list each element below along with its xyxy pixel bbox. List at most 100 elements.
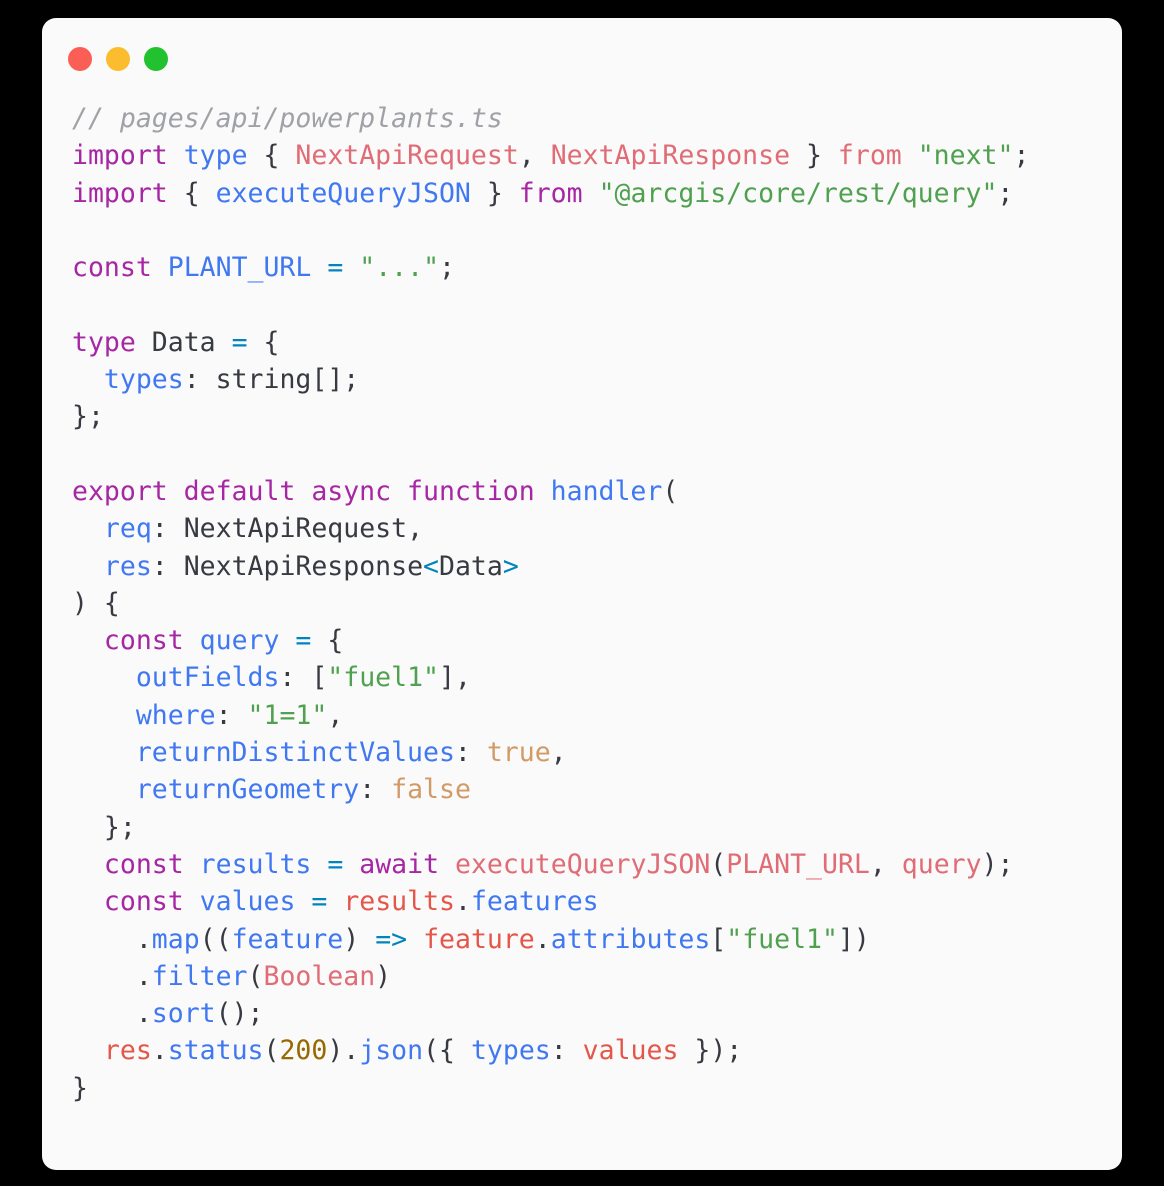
code-token: (); [215, 998, 264, 1030]
code-line: export default async function handler( [72, 473, 1122, 510]
code-token: : [215, 699, 248, 731]
code-line: types: string[]; [72, 361, 1122, 398]
code-token: . [72, 998, 152, 1030]
code-token: const [72, 252, 152, 284]
code-token: }); [678, 1035, 743, 1067]
code-token: res [103, 1035, 152, 1067]
code-token: ) [375, 960, 392, 992]
minimize-window-button[interactable] [106, 47, 130, 71]
maximize-window-button[interactable] [144, 47, 168, 71]
code-token: = [295, 625, 312, 657]
code-token: [ [710, 923, 727, 955]
code-token: true [486, 737, 551, 769]
code-token: : [550, 1035, 583, 1067]
code-token: , [550, 737, 567, 769]
code-token: []; [311, 364, 360, 396]
code-token: , [407, 513, 424, 545]
code-token: . [72, 923, 152, 955]
code-token: ({ [423, 1035, 471, 1067]
code-token: outFields [135, 662, 280, 694]
code-token: values [582, 1035, 679, 1067]
code-token: res [103, 550, 152, 582]
code-token: sort [151, 998, 216, 1030]
window-titlebar [42, 18, 1122, 100]
code-token: . [151, 1035, 168, 1067]
code-token: const [103, 625, 184, 657]
code-token: { [247, 326, 280, 358]
code-token: ; [439, 252, 455, 284]
code-snippet-window: // pages/api/powerplants.ts import type {… [42, 18, 1122, 1170]
code-token: ( [247, 960, 264, 992]
code-token: ) { [72, 587, 120, 619]
code-line: ​ [72, 212, 1122, 249]
code-token: ; [1013, 140, 1030, 172]
code-token: "fuel1" [327, 662, 439, 694]
close-window-button[interactable] [68, 47, 92, 71]
code-token: ]) [837, 923, 870, 955]
code-token: . [455, 886, 471, 918]
code-token: : [454, 737, 487, 769]
code-token: 200 [279, 1035, 328, 1067]
code-line: } [72, 1070, 1122, 1107]
code-token: ( [263, 1035, 280, 1067]
code-token: = [231, 326, 248, 358]
code-token: results [343, 886, 455, 918]
code-token: Data [151, 326, 216, 358]
code-token: false [391, 774, 471, 806]
code-token: "..." [359, 252, 440, 284]
code-token: NextApiRequest [295, 140, 519, 172]
code-token: ( [710, 848, 727, 880]
code-token: }; [72, 811, 136, 843]
code-line: returnGeometry: false [72, 771, 1122, 808]
code-token: "@arcgis/core/rest/query" [598, 177, 998, 209]
code-line: .filter(Boolean) [72, 958, 1122, 995]
code-token: = [311, 886, 328, 918]
code-token: : [151, 513, 184, 545]
code-line: ) { [72, 585, 1122, 622]
code-line: res: NextApiResponse<Data> [72, 548, 1122, 585]
code-line: const values = results.features [72, 883, 1122, 920]
code-token: Data [439, 550, 503, 582]
code-token: string [215, 364, 312, 396]
code-token: , [869, 848, 902, 880]
code-token: ) [343, 923, 376, 955]
code-token: type [72, 326, 136, 358]
code-token: query [199, 625, 280, 657]
code-token: NextApiResponse [183, 550, 424, 582]
code-token: from [518, 177, 583, 209]
code-token: . [72, 960, 152, 992]
code-token: < [423, 550, 440, 582]
code-token: returnGeometry [135, 774, 360, 806]
code-token: feature [231, 923, 344, 955]
code-line: ​ [72, 436, 1122, 473]
code-line: ​ [72, 286, 1122, 323]
code-token: types [103, 364, 184, 396]
code-token: ). [327, 1035, 360, 1067]
code-token: import [72, 177, 168, 209]
code-block[interactable]: // pages/api/powerplants.ts import type {… [42, 100, 1122, 1107]
code-token: . [534, 923, 551, 955]
code-token: : [183, 364, 216, 396]
code-token: = [327, 252, 344, 284]
code-token: : [ [279, 662, 328, 694]
code-line: }; [72, 809, 1122, 846]
code-line: const PLANT_URL = "..."; [72, 249, 1122, 286]
code-token: import [72, 140, 168, 172]
